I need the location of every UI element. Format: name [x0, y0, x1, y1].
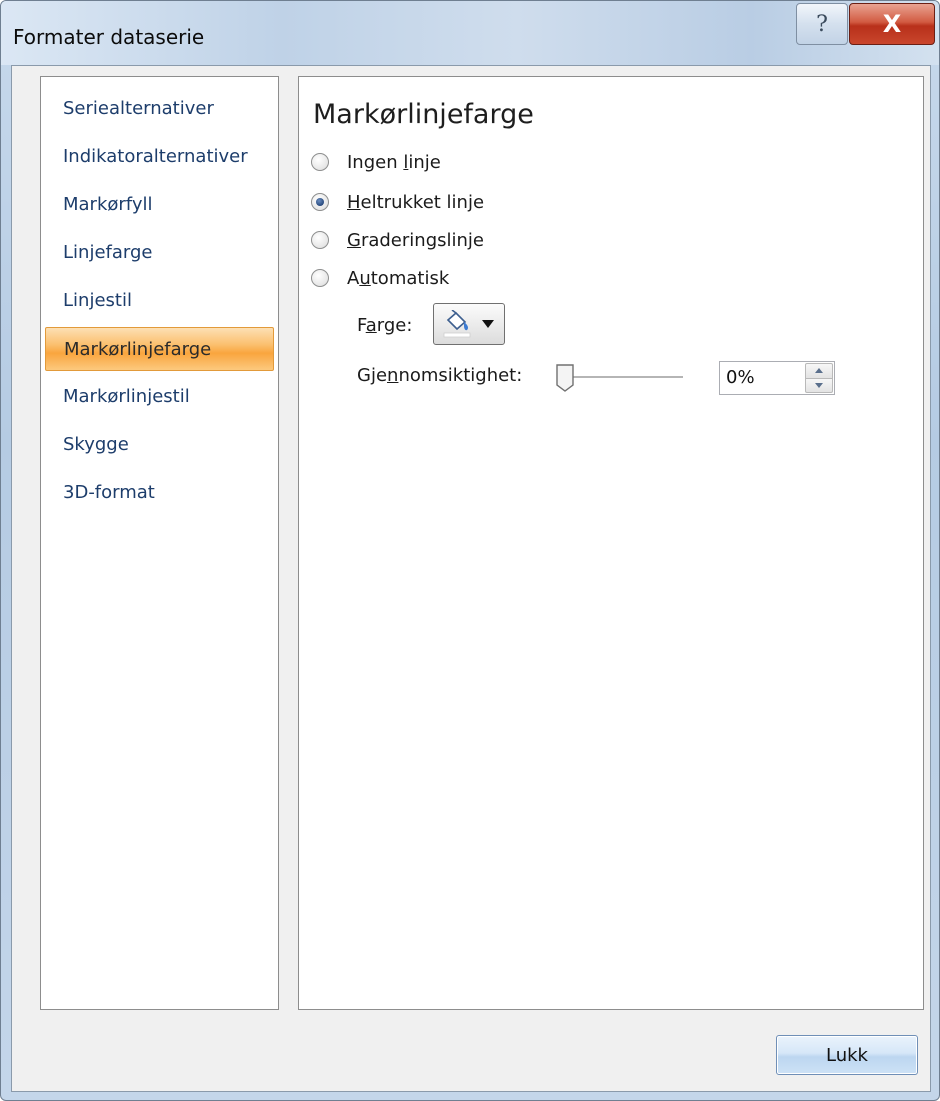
- help-icon: ?: [816, 11, 828, 37]
- spin-up-button[interactable]: [805, 363, 833, 379]
- color-picker-button[interactable]: [433, 303, 505, 345]
- option-gradient-line[interactable]: Graderingslinje: [311, 225, 484, 255]
- transparency-slider-thumb[interactable]: [555, 363, 575, 393]
- sidebar-item-markorfyll[interactable]: Markørfyll: [45, 183, 274, 227]
- transparency-slider-track[interactable]: [565, 376, 683, 379]
- option-label: Graderingslinje: [347, 229, 484, 251]
- sidebar-item-skygge[interactable]: Skygge: [45, 423, 274, 467]
- title-bar[interactable]: Formater dataserie ? X: [1, 1, 939, 65]
- sidebar-item-indikatoralternativer[interactable]: Indikatoralternativer: [45, 135, 274, 179]
- color-label: Farge:: [357, 315, 413, 336]
- option-no-line[interactable]: Ingen linje: [311, 147, 441, 177]
- sidebar-item-3d-format[interactable]: 3D-format: [45, 471, 274, 515]
- arrow-down-icon: [815, 382, 823, 388]
- option-label: Automatisk: [347, 267, 450, 289]
- option-automatic[interactable]: Automatisk: [311, 263, 449, 293]
- category-list: Seriealternativer Indikatoralternativer …: [40, 76, 279, 1010]
- option-solid-line[interactable]: Heltrukket linje: [311, 187, 484, 217]
- option-label: Heltrukket linje: [347, 191, 485, 213]
- spin-buttons: [805, 363, 833, 393]
- dialog-title: Formater dataserie: [13, 25, 205, 49]
- sidebar-item-markorlinjestil[interactable]: Markørlinjestil: [45, 375, 274, 419]
- transparency-label: Gjennomsiktighet:: [357, 365, 523, 386]
- radio-selected-dot: [316, 198, 324, 206]
- window-close-button[interactable]: X: [849, 3, 935, 45]
- sidebar-item-seriealternativer[interactable]: Seriealternativer: [45, 87, 274, 131]
- radio-button[interactable]: [311, 269, 329, 287]
- transparency-value[interactable]: 0%: [726, 367, 755, 388]
- sidebar-item-linjestil[interactable]: Linjestil: [45, 279, 274, 323]
- radio-button-selected[interactable]: [311, 193, 329, 211]
- close-dialog-button[interactable]: Lukk: [776, 1035, 918, 1075]
- radio-button[interactable]: [311, 231, 329, 249]
- sidebar-item-linjefarge[interactable]: Linjefarge: [45, 231, 274, 275]
- format-dataseries-dialog: Formater dataserie ? X Seriealternativer…: [0, 0, 940, 1101]
- paint-bucket-icon: [443, 310, 471, 338]
- radio-button[interactable]: [311, 153, 329, 171]
- chevron-down-icon: [482, 320, 494, 328]
- sidebar-item-markorlinjefarge[interactable]: Markørlinjefarge: [45, 327, 274, 371]
- transparency-spinbox[interactable]: 0%: [719, 361, 835, 395]
- arrow-up-icon: [815, 368, 823, 374]
- close-icon: X: [882, 10, 902, 38]
- option-label: Ingen linje: [347, 151, 441, 173]
- help-button[interactable]: ?: [796, 3, 848, 45]
- section-title: Markørlinjefarge: [313, 99, 534, 130]
- spin-down-button[interactable]: [805, 378, 833, 393]
- settings-panel: Markørlinjefarge Ingen linje Heltrukket …: [298, 76, 924, 1010]
- dialog-body: Seriealternativer Indikatoralternativer …: [11, 65, 931, 1092]
